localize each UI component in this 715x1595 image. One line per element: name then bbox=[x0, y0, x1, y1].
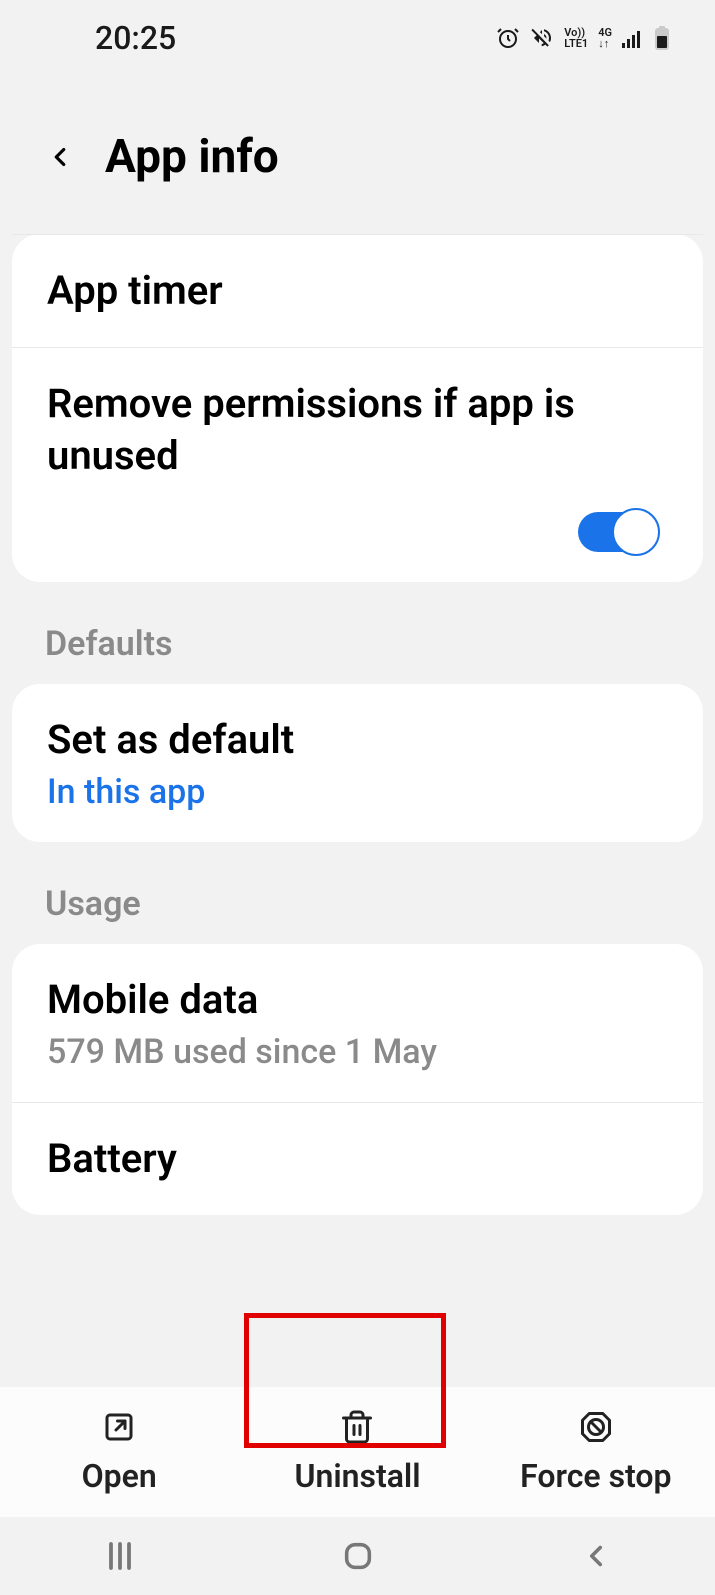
signal-icon bbox=[622, 28, 644, 48]
remove-permissions-toggle[interactable] bbox=[578, 512, 658, 552]
mobile-data-item[interactable]: Mobile data 579 MB used since 1 May bbox=[12, 944, 703, 1103]
app-timer-label: App timer bbox=[47, 265, 668, 317]
mobile-data-label: Mobile data bbox=[47, 974, 668, 1026]
set-as-default-subtitle: In this app bbox=[47, 772, 668, 812]
uninstall-button[interactable]: Uninstall bbox=[238, 1387, 476, 1517]
back-icon[interactable] bbox=[45, 142, 75, 172]
status-icons: Vo)) LTE1 4G ↓↑ bbox=[496, 26, 670, 50]
battery-label: Battery bbox=[47, 1133, 668, 1185]
defaults-card: Set as default In this app bbox=[12, 684, 703, 842]
prohibited-icon bbox=[578, 1409, 614, 1445]
network-indicator: 4G ↓↑ bbox=[598, 27, 612, 49]
set-as-default-label: Set as default bbox=[47, 714, 668, 766]
volte-indicator: Vo)) LTE1 bbox=[564, 27, 588, 49]
remove-permissions-item[interactable]: Remove permissions if app is unused bbox=[12, 348, 703, 582]
open-icon bbox=[101, 1409, 137, 1445]
open-label: Open bbox=[82, 1457, 157, 1495]
bottom-action-bar: Open Uninstall Force stop bbox=[0, 1387, 715, 1517]
uninstall-label: Uninstall bbox=[294, 1457, 420, 1495]
open-button[interactable]: Open bbox=[0, 1387, 238, 1517]
status-bar: 20:25 Vo)) LTE1 4G ↓↑ bbox=[0, 0, 715, 70]
battery-icon bbox=[654, 26, 670, 50]
force-stop-label: Force stop bbox=[520, 1457, 671, 1495]
app-timer-item[interactable]: App timer bbox=[12, 234, 703, 348]
usage-section-header: Usage bbox=[0, 842, 715, 944]
alarm-icon bbox=[496, 26, 520, 50]
mobile-data-subtitle: 579 MB used since 1 May bbox=[47, 1032, 668, 1072]
defaults-section-header: Defaults bbox=[0, 582, 715, 684]
settings-card-1: App timer Remove permissions if app is u… bbox=[12, 234, 703, 582]
header: App info bbox=[0, 70, 715, 234]
usage-card: Mobile data 579 MB used since 1 May Batt… bbox=[12, 944, 703, 1215]
home-nav-icon[interactable] bbox=[341, 1539, 375, 1573]
trash-icon bbox=[339, 1409, 375, 1445]
vibrate-icon bbox=[530, 26, 554, 50]
toggle-knob bbox=[612, 508, 660, 556]
battery-item[interactable]: Battery bbox=[12, 1103, 703, 1215]
status-time: 20:25 bbox=[95, 19, 176, 57]
back-nav-icon[interactable] bbox=[579, 1539, 613, 1573]
remove-permissions-label: Remove permissions if app is unused bbox=[47, 378, 668, 482]
force-stop-button[interactable]: Force stop bbox=[477, 1387, 715, 1517]
page-title: App info bbox=[105, 130, 279, 184]
system-nav-bar bbox=[0, 1517, 715, 1595]
recents-nav-icon[interactable] bbox=[102, 1538, 138, 1574]
set-as-default-item[interactable]: Set as default In this app bbox=[12, 684, 703, 842]
